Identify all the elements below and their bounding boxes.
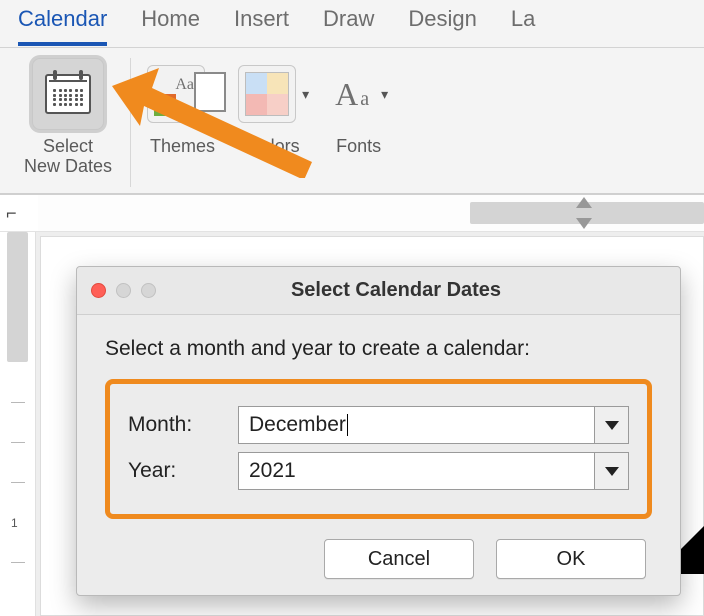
ribbon: Select New Dates Aa ▾ Themes ▾	[0, 48, 704, 194]
group-select-new-dates: Select New Dates	[14, 58, 131, 187]
tab-home[interactable]: Home	[141, 6, 200, 42]
calendar-icon	[45, 74, 91, 114]
year-value: 2021	[239, 459, 306, 483]
vertical-ruler: 1	[0, 232, 36, 616]
dropdown-caret-icon[interactable]	[594, 407, 628, 443]
select-calendar-dates-dialog: Select Calendar Dates Select a month and…	[76, 266, 681, 596]
dialog-title: Select Calendar Dates	[166, 279, 626, 302]
month-label: Month:	[128, 413, 238, 437]
chevron-down-icon[interactable]: ▾	[302, 86, 309, 103]
annotation-highlight-box: Month: December Year: 2021	[105, 379, 652, 519]
dialog-titlebar[interactable]: Select Calendar Dates	[77, 267, 680, 315]
tab-calendar[interactable]: Calendar	[18, 6, 107, 46]
group-colors: ▾ Colors	[228, 58, 319, 187]
themes-button[interactable]: Aa	[147, 65, 205, 123]
ok-button[interactable]: OK	[496, 539, 646, 579]
colors-button[interactable]	[238, 65, 296, 123]
fonts-label: Fonts	[336, 136, 381, 156]
zoom-window-button	[141, 283, 156, 298]
tab-stop-icon[interactable]: ⌐	[6, 203, 17, 224]
month-combobox[interactable]: December	[238, 406, 629, 444]
fonts-icon: Aa	[329, 76, 375, 113]
tab-layout[interactable]: La	[511, 6, 535, 42]
cancel-button[interactable]: Cancel	[324, 539, 474, 579]
chevron-down-icon[interactable]: ▾	[381, 86, 388, 103]
month-value: December	[249, 413, 346, 436]
tab-draw[interactable]: Draw	[323, 6, 374, 42]
text-cursor-icon	[347, 414, 348, 436]
themes-icon: Aa	[154, 72, 198, 116]
tab-design[interactable]: Design	[408, 6, 476, 42]
themes-label: Themes	[150, 136, 215, 156]
indent-marker-top-icon[interactable]	[576, 197, 592, 208]
select-new-dates-button[interactable]	[32, 58, 104, 130]
select-new-dates-label: Select New Dates	[24, 136, 112, 176]
group-fonts: Aa ▾ Fonts	[319, 58, 398, 187]
ribbon-tabs: Calendar Home Insert Draw Design La	[0, 0, 704, 48]
close-window-button[interactable]	[91, 283, 106, 298]
ruler-mark-1: 1	[11, 516, 18, 530]
window-controls	[91, 283, 156, 298]
group-themes: Aa ▾ Themes	[137, 58, 228, 187]
dialog-prompt: Select a month and year to create a cale…	[105, 337, 652, 361]
dropdown-caret-icon[interactable]	[594, 453, 628, 489]
horizontal-ruler: ⌐	[0, 194, 704, 232]
colors-icon	[245, 72, 289, 116]
year-combobox[interactable]: 2021	[238, 452, 629, 490]
year-label: Year:	[128, 459, 238, 483]
tab-insert[interactable]: Insert	[234, 6, 289, 42]
indent-marker-bottom-icon[interactable]	[576, 218, 592, 229]
colors-label: Colors	[248, 136, 300, 156]
minimize-window-button	[116, 283, 131, 298]
